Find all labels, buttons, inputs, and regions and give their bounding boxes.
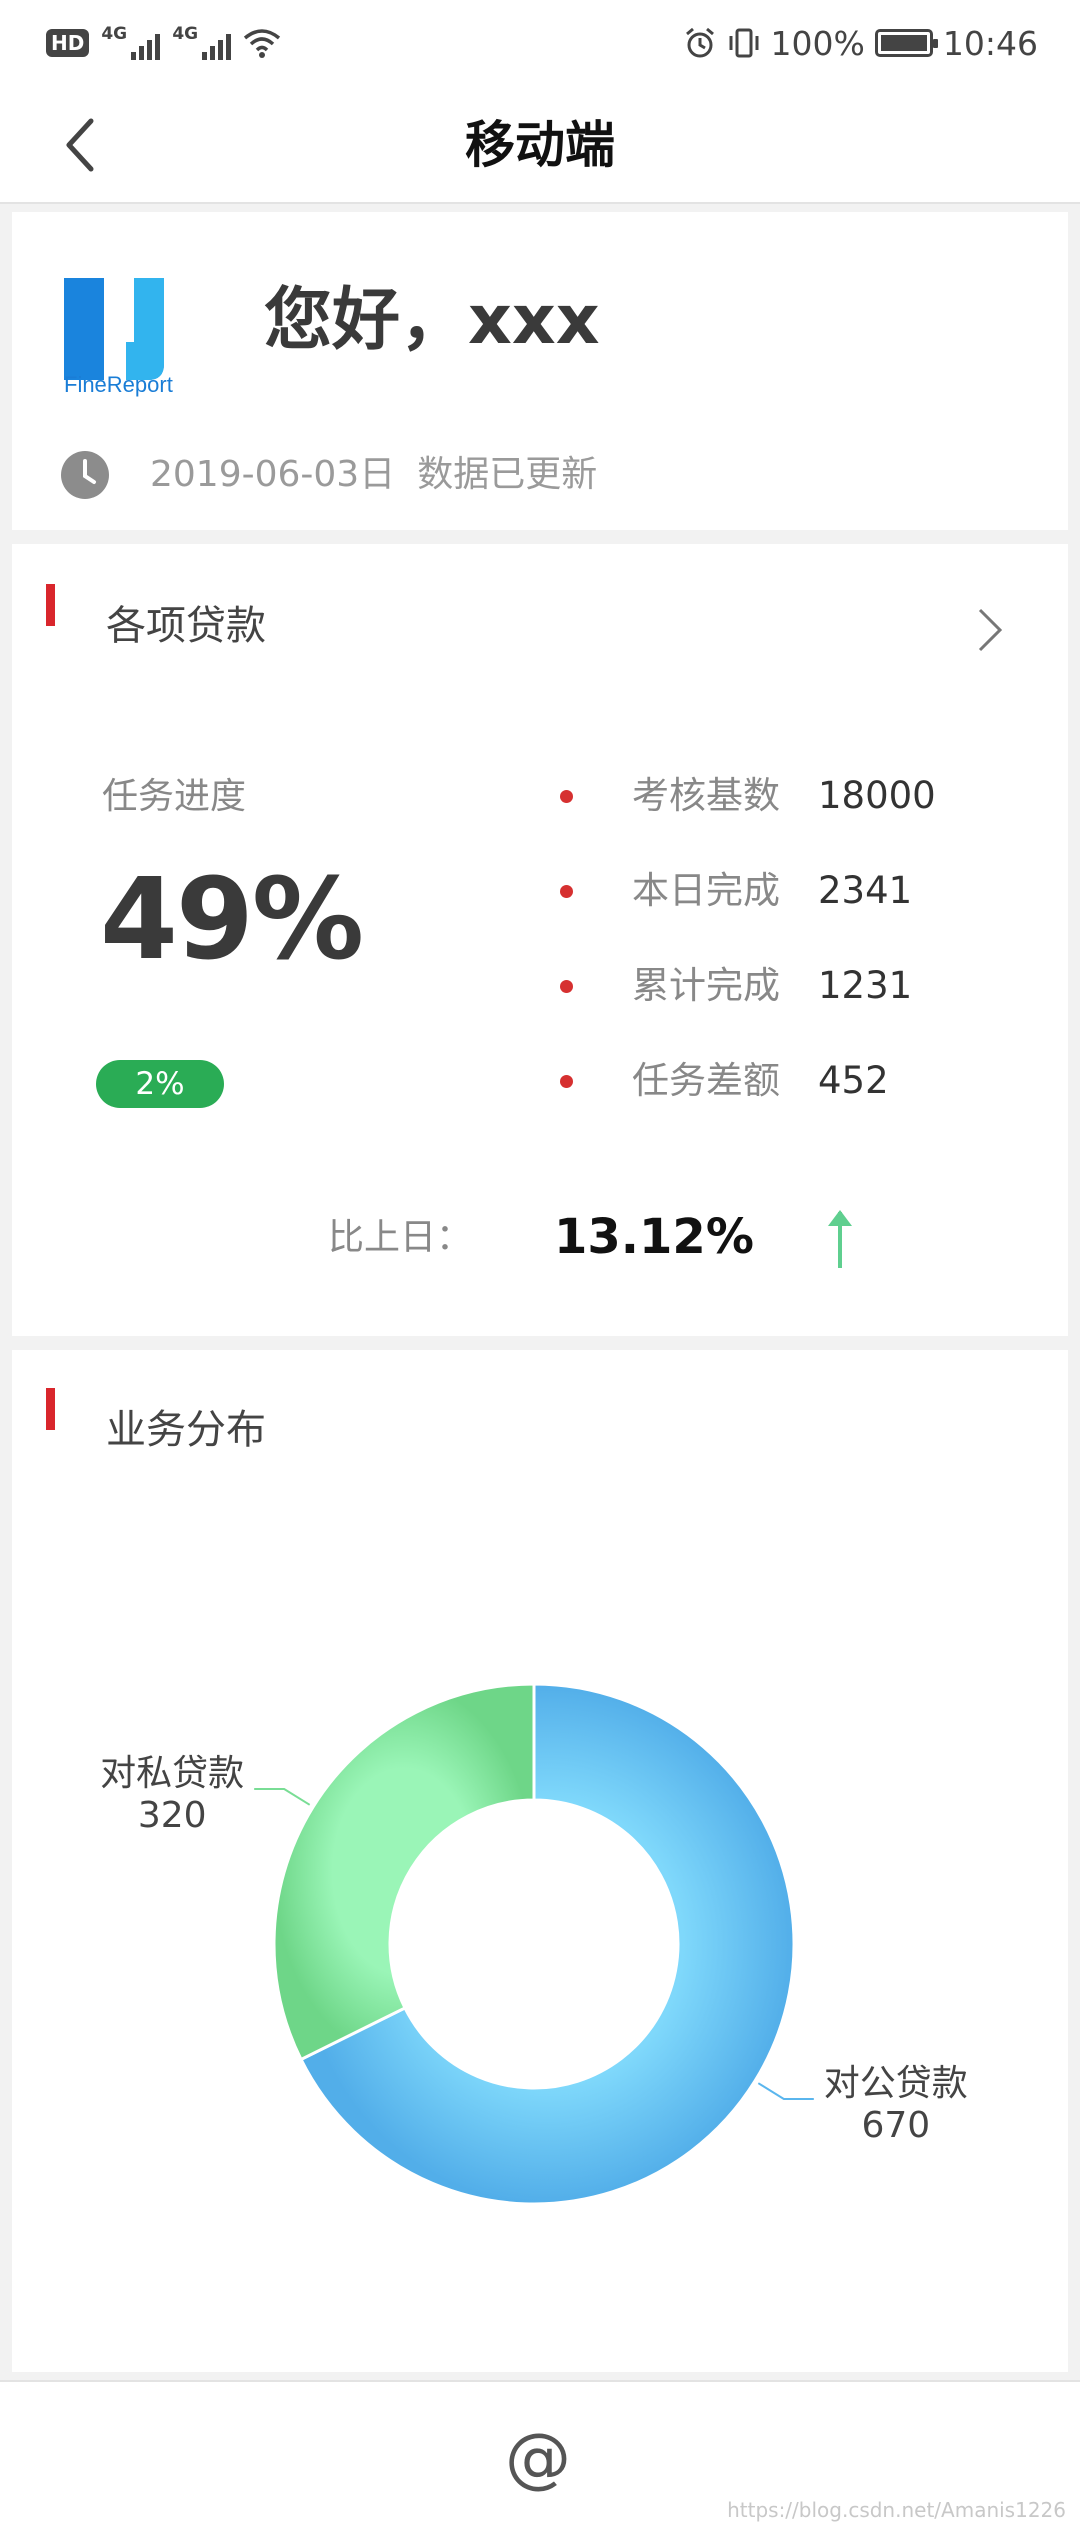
- footer-bar: @ https://blog.csdn.net/Amanis1226: [0, 2380, 1080, 2528]
- alarm-icon: [685, 27, 714, 58]
- arrow-up-icon: [828, 1210, 852, 1268]
- logo-label: FineReport: [64, 372, 173, 397]
- stat-label: 考核基数: [632, 774, 780, 817]
- wifi-icon: [244, 29, 281, 58]
- compare-value: 13.12%: [554, 1209, 754, 1265]
- bullet-icon: [560, 790, 573, 803]
- bullet-icon: [560, 1075, 573, 1088]
- clock-icon: [61, 451, 109, 499]
- delta-badge: 2%: [96, 1060, 224, 1108]
- slice-value: 320: [138, 1795, 207, 1836]
- donut-chart: 对公贷款670 对私贷款320: [100, 1682, 968, 2206]
- stat-value: 18000: [818, 774, 936, 817]
- signal-icon: 4G: [172, 24, 232, 60]
- nav-bar: 移动端: [0, 86, 1080, 204]
- vibrate-icon: [729, 28, 759, 58]
- stat-value: 2341: [818, 869, 913, 912]
- stat-label: 本日完成: [632, 869, 780, 912]
- stat-row: 本日完成 2341: [560, 863, 1040, 958]
- status-bar: HD 4G 4G 100% 10:46: [0, 0, 1080, 86]
- slice-value: 670: [861, 2105, 930, 2146]
- stat-row: 累计完成 1231: [560, 958, 1040, 1053]
- greeting-text: 您好，xxx: [264, 281, 600, 360]
- update-date: 2019-06-03日: [150, 454, 396, 495]
- stat-value: 452: [818, 1059, 889, 1102]
- stat-row: 任务差额 452: [560, 1053, 1040, 1148]
- watermark: https://blog.csdn.net/Amanis1226: [727, 2498, 1066, 2522]
- clock-time: 10:46: [942, 23, 1038, 63]
- label-leader-line: [254, 1787, 311, 1806]
- section-title: 各项贷款: [106, 603, 266, 649]
- chevron-right-icon[interactable]: [972, 602, 1008, 658]
- bullet-icon: [560, 980, 573, 993]
- update-status: 数据已更新: [417, 454, 598, 495]
- greeting-card: FineReport 您好，xxx 2019-06-03日 数据已更新: [12, 212, 1068, 530]
- label-leader-line: [757, 2082, 814, 2101]
- slice-label: 对私贷款: [100, 1753, 244, 1794]
- stat-row: 考核基数 18000: [560, 768, 1040, 863]
- stat-label: 任务差额: [632, 1059, 780, 1102]
- stat-label: 累计完成: [632, 964, 780, 1007]
- compare-label: 比上日：: [328, 1217, 473, 1258]
- screen: HD 4G 4G 100% 10:46 移动端 FineReport 您好，xx…: [0, 0, 1080, 2528]
- at-icon[interactable]: @: [498, 2418, 578, 2498]
- update-info: 2019-06-03日 数据已更新: [150, 448, 597, 502]
- progress-value: 49%: [100, 855, 364, 985]
- stats-list: 考核基数 18000 本日完成 2341 累计完成 1231 任务差额 452: [560, 768, 1040, 1148]
- bullet-icon: [560, 885, 573, 898]
- donut-slice[interactable]: [272, 1682, 536, 2062]
- distribution-card: 业务分布 对公贷款 670 对私贷款 320: [12, 1350, 1068, 2372]
- loans-card[interactable]: 各项贷款 任务进度 49% 2% 考核基数 18000 本日完成 2341 累计…: [12, 544, 1068, 1336]
- page-title: 移动端: [465, 116, 615, 174]
- hd-icon: HD: [46, 29, 90, 57]
- section-marker: [46, 584, 55, 626]
- signal-icon: 4G: [101, 24, 161, 60]
- slice-label: 对公贷款: [824, 2063, 968, 2104]
- battery-percent: 100%: [770, 23, 865, 63]
- stat-value: 1231: [818, 964, 913, 1007]
- progress-label: 任务进度: [102, 776, 247, 817]
- battery-icon: [874, 29, 938, 57]
